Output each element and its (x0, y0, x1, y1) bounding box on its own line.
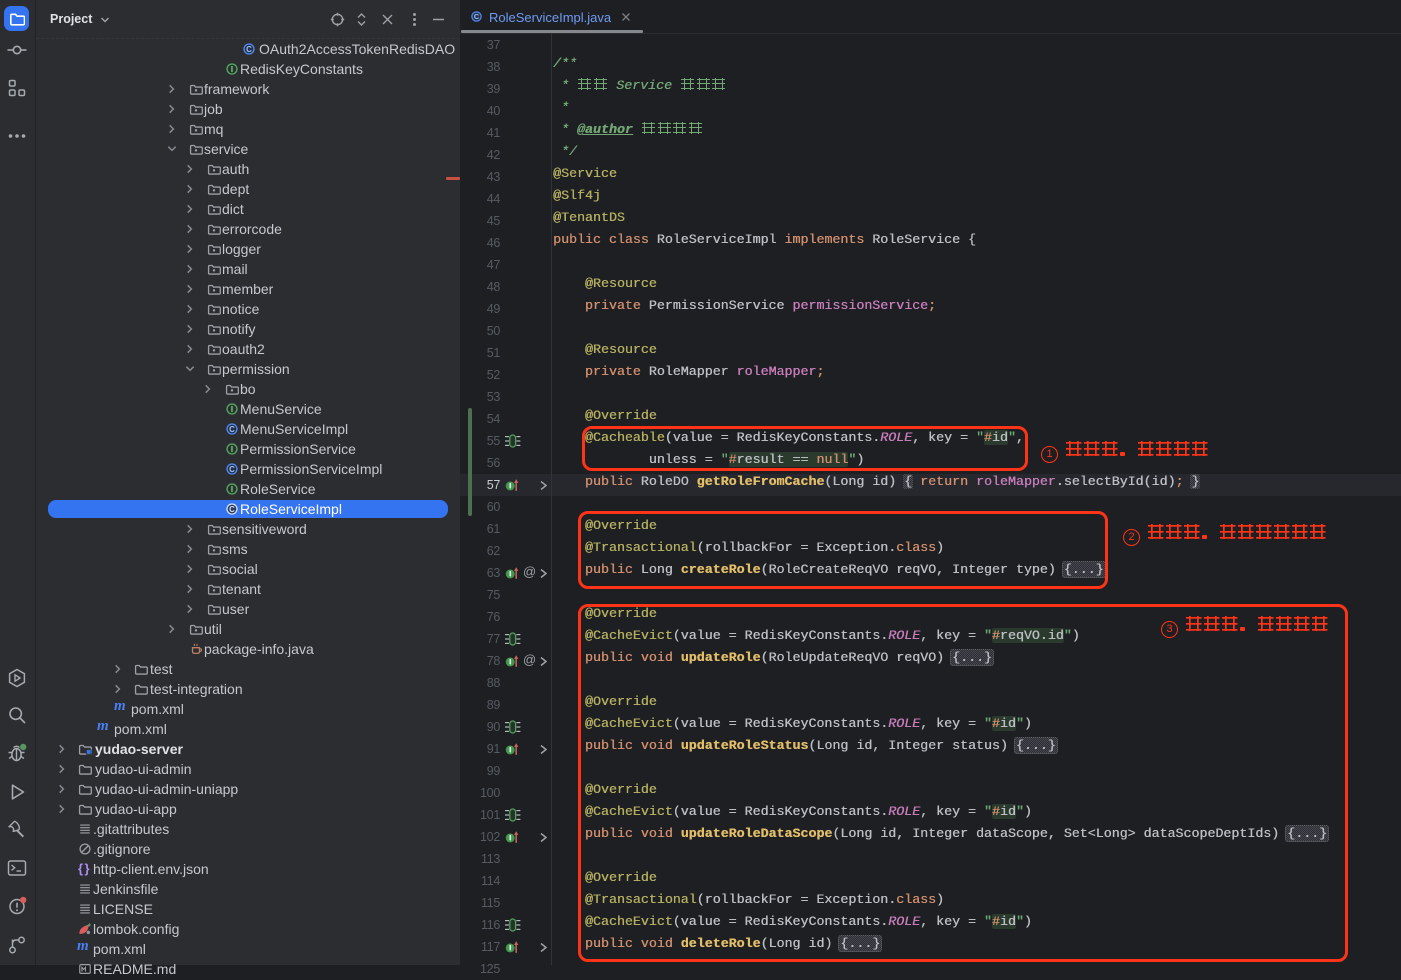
svg-text:C: C (474, 12, 480, 21)
svg-text:C: C (229, 505, 235, 514)
svg-text:C: C (229, 465, 235, 474)
svg-text:C: C (246, 45, 252, 54)
svg-text:I: I (231, 65, 233, 74)
svg-text:C: C (229, 425, 235, 434)
svg-text:I: I (231, 445, 233, 454)
svg-text:I: I (231, 405, 233, 414)
svg-text:I: I (231, 485, 233, 494)
